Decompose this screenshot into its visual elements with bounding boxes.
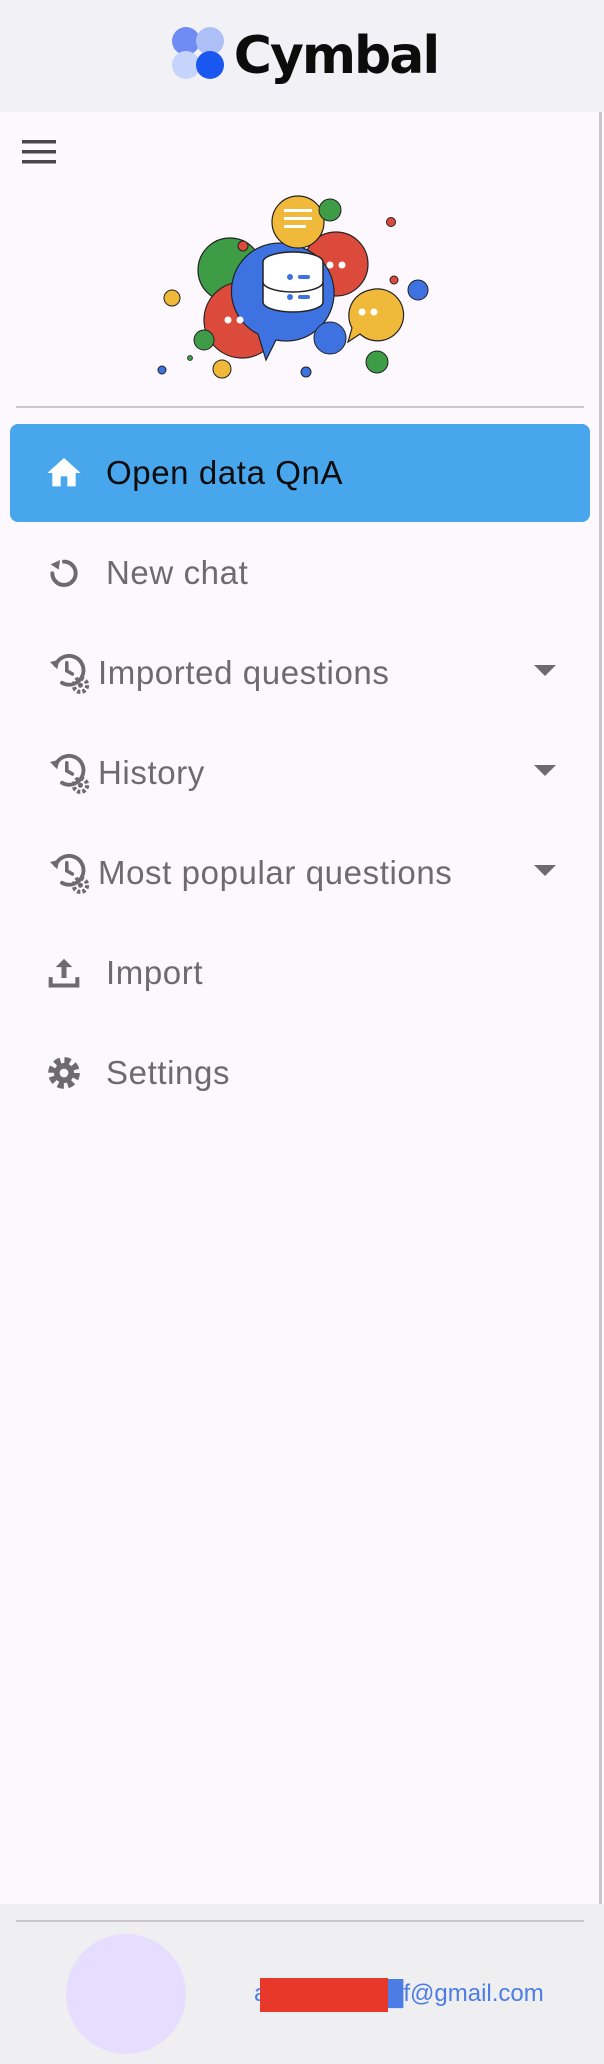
nav-item-new-chat[interactable]: New chat: [10, 524, 590, 622]
avatar[interactable]: [66, 1934, 186, 2054]
chevron-down-icon[interactable]: [534, 765, 556, 776]
footer-divider: [16, 1920, 584, 1922]
brand-name: Cymbal: [233, 26, 440, 86]
nav-item-import[interactable]: Import: [10, 924, 590, 1022]
chat-database-illustration: [157, 195, 429, 379]
nav-item-label: Imported questions: [98, 654, 390, 691]
nav-item-label: History: [98, 754, 205, 791]
redaction-box: [260, 1978, 388, 2012]
account-footer: a████████f@gmail.com: [0, 1904, 604, 2064]
nav-item-history[interactable]: History: [10, 724, 590, 822]
nav-item-label: Open data QnA: [106, 454, 344, 491]
nav-item-imported-questions[interactable]: Imported questions: [10, 624, 590, 722]
chevron-down-icon[interactable]: [534, 865, 556, 876]
nav-item-label: Settings: [106, 1054, 231, 1091]
nav-item-label: Most popular questions: [98, 854, 453, 891]
nav-item-label: New chat: [106, 554, 249, 591]
nav-item-settings[interactable]: Settings: [10, 1024, 590, 1122]
upload-icon: [48, 958, 80, 988]
app-header: Cymbal: [0, 0, 604, 112]
header-divider: [16, 406, 584, 408]
gear-icon: [48, 1057, 80, 1089]
brand-logo: Cymbal: [170, 25, 440, 87]
home-icon: [47, 458, 81, 487]
hamburger-icon: [22, 140, 56, 164]
history-settings-icon: [50, 753, 90, 794]
chevron-down-icon[interactable]: [534, 665, 556, 676]
refresh-icon: [50, 559, 78, 587]
drawer-edge: [599, 112, 602, 1904]
nav-item-label: Import: [106, 954, 204, 991]
cymbal-logo-icon: [171, 27, 224, 79]
menu-button[interactable]: [14, 130, 66, 174]
nav-item-most-popular-questions[interactable]: Most popular questions: [10, 824, 590, 922]
history-settings-icon: [50, 653, 90, 694]
history-settings-icon: [50, 853, 90, 894]
nav-item-open-data-qna[interactable]: Open data QnA: [10, 424, 590, 522]
